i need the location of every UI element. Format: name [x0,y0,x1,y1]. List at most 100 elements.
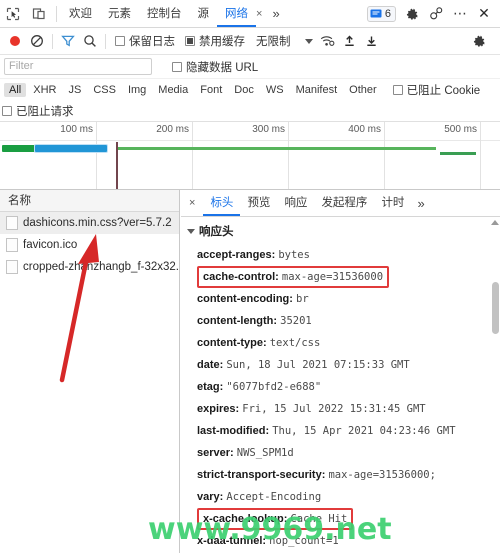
header-value: NWS_SPM1d [236,447,294,459]
filter-icon[interactable] [57,30,79,52]
close-tab-icon[interactable]: × [252,0,266,28]
header-row[interactable]: date: Sun, 18 Jul 2021 07:15:33 GMT [197,354,500,376]
preserve-log-label: 保留日志 [129,36,175,48]
header-key: accept-ranges [197,249,272,261]
export-har-icon[interactable] [361,30,383,52]
tab-sources[interactable]: 源 [190,0,218,27]
header-row[interactable]: expires: Fri, 15 Jul 2022 15:31:45 GMT [197,398,500,420]
type-filter-manifest[interactable]: Manifest [291,83,343,97]
header-key: content-type [197,337,263,349]
table-row[interactable]: favicon.ico [0,234,179,256]
tab-headers[interactable]: 标头 [203,190,241,216]
header-row[interactable]: accept-ranges: bytes [197,244,500,266]
timeline-bar-wait [2,145,35,152]
type-filter-media[interactable]: Media [153,83,193,97]
header-row[interactable]: etag: "6077bfd2-e688" [197,376,500,398]
tab-console[interactable]: 控制台 [139,0,190,27]
close-details-icon[interactable]: × [181,197,203,209]
close-devtools-icon[interactable]: ✕ [472,2,496,26]
filter-row: 隐藏数据 URL [0,55,500,79]
header-value: Fri, 15 Jul 2022 15:31:45 GMT [242,403,426,415]
timeline-gridline [192,122,193,189]
hide-data-urls-checkbox[interactable]: 隐藏数据 URL [172,59,258,75]
header-row[interactable]: content-encoding: br [197,288,500,310]
header-value: Thu, 15 Apr 2021 04:23:46 GMT [272,425,456,437]
more-tabs-icon[interactable]: » [266,0,285,28]
header-row[interactable]: last-modified: Thu, 15 Apr 2021 04:23:46… [197,420,500,442]
settings-gear-icon[interactable] [400,2,424,26]
record-button[interactable] [4,30,26,52]
type-filter-doc[interactable]: Doc [229,83,259,97]
blocked-cookies-label: 已阻止 Cookie [406,85,481,97]
header-row[interactable]: strict-transport-security: max-age=31536… [197,464,500,486]
timeline-gridline [480,122,481,189]
network-overview-timeline[interactable]: 100 ms 200 ms 300 ms 400 ms 500 ms [0,122,500,190]
request-name: favicon.ico [23,239,78,251]
toolbar-divider-2 [105,33,106,49]
tab-elements[interactable]: 元素 [100,0,139,27]
scroll-up-icon[interactable] [491,220,499,225]
disable-cache-checkbox[interactable]: 禁用缓存 [185,33,245,49]
preserve-log-checkbox[interactable]: 保留日志 [115,33,175,49]
header-value: bytes [278,249,310,261]
type-filter-all[interactable]: All [4,83,27,97]
type-filter-xhr[interactable]: XHR [28,83,61,97]
header-row[interactable]: vary: Accept-Encoding [197,486,500,508]
table-row[interactable]: cropped-zhanzhangb_f-32x32.... [0,256,179,278]
type-filter-img[interactable]: Img [123,83,151,97]
request-details-pane: × 标头 预览 响应 发起程序 计时 » 响应头 accept-ranges: … [181,190,500,553]
devtools-tabbar: 欢迎 元素 控制台 源 网络 × » 6 ⋯ ✕ [0,0,500,28]
blocked-requests-label: 已阻止请求 [16,106,74,118]
tab-network[interactable]: 网络 [217,0,256,27]
devices-icon[interactable] [424,2,448,26]
devtools-window: 欢迎 元素 控制台 源 网络 × » 6 ⋯ ✕ 保留日志 禁用缓存 无限制 F… [0,0,500,553]
header-row[interactable]: content-length: 35201 [197,310,500,332]
header-value: "6077bfd2-e688" [226,381,322,393]
clear-button[interactable] [26,30,48,52]
type-filter-other[interactable]: Other [344,83,382,97]
header-value: br [296,293,309,305]
network-conditions-icon[interactable] [317,30,339,52]
response-headers-list: accept-ranges: bytes cache-control: max-… [181,244,500,553]
type-filter-font[interactable]: Font [195,83,227,97]
tab-timing[interactable]: 计时 [374,190,411,216]
response-headers-section-toggle[interactable]: 响应头 [181,217,500,244]
filter-input[interactable] [4,58,152,75]
details-scrollbar-thumb[interactable] [492,282,499,334]
header-value: text/css [269,337,321,349]
tab-preview[interactable]: 预览 [240,190,277,216]
blocked-cookies-checkbox[interactable]: 已阻止 Cookie [392,82,481,98]
file-icon [6,260,18,274]
more-details-tabs-icon[interactable]: » [411,190,430,217]
message-icon [370,9,382,17]
message-count-badge[interactable]: 6 [366,5,396,22]
requests-column-header[interactable]: 名称 [0,190,179,212]
more-options-icon[interactable]: ⋯ [448,2,472,26]
header-row[interactable]: server: NWS_SPM1d [197,442,500,464]
resource-type-filters: All XHR JS CSS Img Media Font Doc WS Man… [0,79,500,101]
header-row[interactable]: content-type: text/css [197,332,500,354]
header-row-highlighted[interactable]: x-cache-lookup: Cache Hit [197,508,500,530]
type-filter-js[interactable]: JS [63,83,86,97]
header-row-highlighted[interactable]: cache-control: max-age=31536000 [197,266,500,288]
table-row[interactable]: dashicons.min.css?ver=5.7.2 [0,212,179,234]
header-key: last-modified [197,425,266,437]
header-key: server [197,447,231,459]
tab-response[interactable]: 响应 [277,190,314,216]
device-toolbar-icon[interactable] [26,1,52,27]
header-row[interactable]: x-daa-tunnel: hop_count=1 [197,530,500,552]
timeline-gridline [288,122,289,189]
network-toolbar: 保留日志 禁用缓存 无限制 [0,28,500,55]
type-filter-ws[interactable]: WS [261,83,289,97]
type-filter-css[interactable]: CSS [88,83,121,97]
hide-data-urls-label: 隐藏数据 URL [186,61,259,74]
header-value: 35201 [280,315,312,327]
tab-welcome[interactable]: 欢迎 [61,0,100,27]
inspect-element-icon[interactable] [0,1,26,27]
import-har-icon[interactable] [339,30,361,52]
blocked-requests-checkbox[interactable]: 已阻止请求 [2,103,74,119]
network-settings-icon[interactable] [468,30,490,52]
throttling-dropdown[interactable]: 无限制 [256,33,313,49]
tab-initiator[interactable]: 发起程序 [314,190,374,216]
search-icon[interactable] [79,30,101,52]
